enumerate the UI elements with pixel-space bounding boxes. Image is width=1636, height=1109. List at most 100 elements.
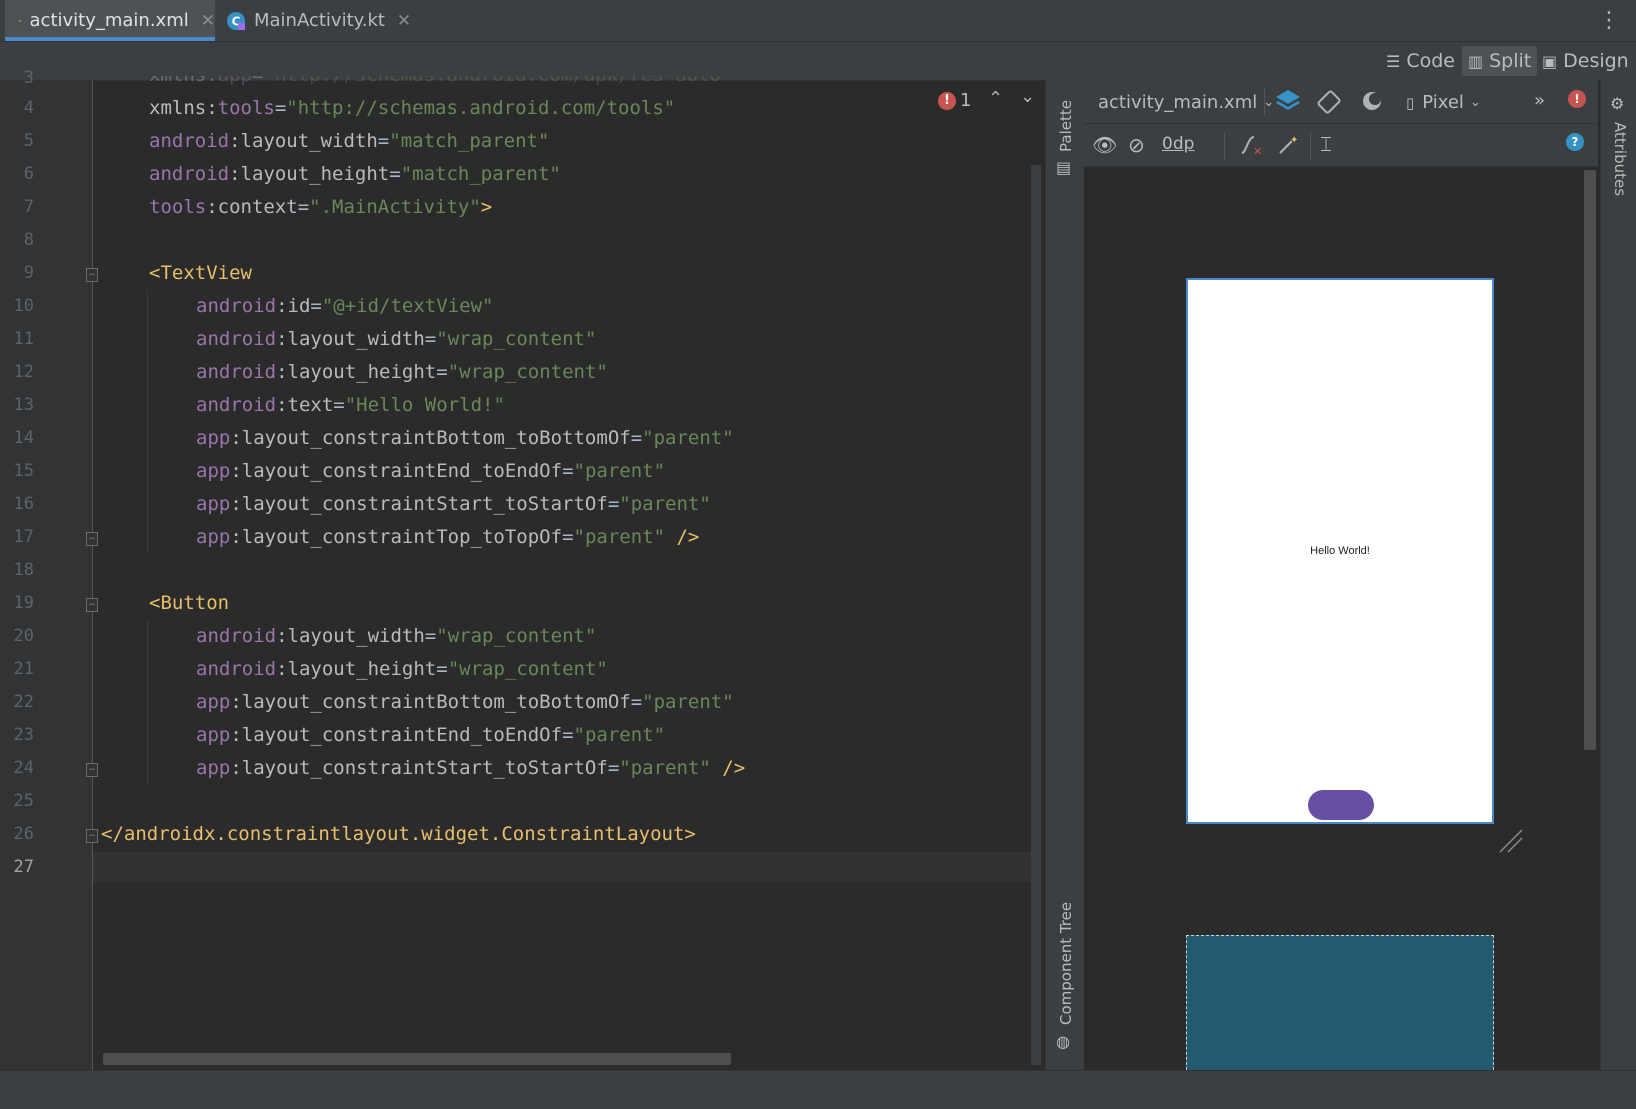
line-number: 9 [23,263,34,283]
code-line[interactable]: app:layout_constraintBottom_toBottomOf="… [196,691,734,713]
status-bar [0,1070,1636,1109]
line-number: 11 [13,329,34,349]
active-tab-indicator [5,37,215,41]
autoconnect-icon[interactable]: ⊘ [1128,133,1145,157]
component-tree-icon: ◍ [1056,1032,1070,1051]
design-view-button[interactable]: ▣ Design [1536,46,1635,76]
svg-text:✕: ✕ [1253,145,1262,157]
tab-main-activity[interactable]: C MainActivity.kt ✕ [226,0,411,41]
view-options-icon[interactable]: 👁 [1092,133,1117,157]
guidelines-icon[interactable]: ⌶ [1320,132,1332,156]
editor-vertical-scrollbar[interactable] [1031,165,1041,1065]
code-line[interactable]: tools:context=".MainActivity"> [149,196,492,218]
code-line[interactable]: android:layout_height="wrap_content" [196,658,608,680]
line-number: 20 [13,626,34,646]
issues-button[interactable]: ! [1568,90,1586,108]
fold-marker-icon[interactable]: − [86,268,98,282]
code-line[interactable]: xmlns:tools="http://schemas.android.com/… [149,97,675,119]
code-line[interactable]: android:text="Hello World!" [196,394,505,416]
fold-marker-icon[interactable]: − [86,598,98,612]
phone-icon: ▯ [1406,93,1415,112]
default-margin-value: 0dp [1162,134,1195,154]
fold-marker-icon[interactable]: − [86,829,98,843]
more-tabs-icon[interactable]: ⋮ [1598,8,1620,33]
device-selector-dropdown[interactable]: ▯ Pixel ⌄ [1406,92,1481,113]
component-tree-tab[interactable]: Component Tree [1057,902,1075,1025]
fold-marker-icon[interactable]: − [86,763,98,777]
code-line[interactable]: app:layout_constraintStart_toStartOf="pa… [196,757,745,779]
view-mode-toolbar: ☰ Code ▥ Split ▣ Design [0,42,1636,81]
code-line[interactable]: android:layout_height="match_parent" [149,163,561,185]
toolbar-divider [1224,132,1225,160]
design-surface-button[interactable] [1274,88,1302,114]
rotate-device-icon [1317,90,1341,114]
line-number: 17 [13,527,34,547]
split-view-icon: ▥ [1468,51,1484,71]
attributes-strip: ⚙ Attributes [1600,80,1636,1070]
preview-button[interactable] [1308,790,1374,820]
code-line[interactable]: app:layout_constraintEnd_toEndOf="parent… [196,724,665,746]
error-count: 1 [960,90,972,111]
toolbar-divider [1310,132,1311,160]
code-line[interactable]: android:layout_width="wrap_content" [196,328,596,350]
tab-label: activity_main.xml [29,10,189,31]
design-toolbar: activity_main.xml ⌄ ▯ Pixel ⌄ » ! [1084,80,1598,124]
default-margin-button[interactable]: 0dp [1162,134,1194,154]
code-line[interactable]: app:layout_constraintStart_toStartOf="pa… [196,493,711,515]
line-number: 22 [13,692,34,712]
canvas-vertical-scrollbar[interactable] [1584,170,1596,750]
orientation-button[interactable] [1316,89,1344,115]
code-line[interactable]: android:layout_width="match_parent" [149,130,549,152]
help-button[interactable]: ? [1566,133,1584,151]
theme-button[interactable] [1360,89,1388,115]
line-number: 7 [23,197,34,217]
file-selector-dropdown[interactable]: activity_main.xml ⌄ [1098,92,1274,113]
design-view-icon: ▣ [1542,51,1558,71]
line-number: 3 [23,68,34,88]
code-line[interactable]: app:layout_constraintTop_toTopOf="parent… [196,526,699,548]
kotlin-class-icon: C [227,11,245,30]
code-line[interactable]: <Button [149,592,229,614]
code-line[interactable]: <TextView [149,262,252,284]
editor-tab-bar: <> activity_main.xml ✕ C MainActivity.kt… [0,0,1636,42]
code-line[interactable]: android:layout_width="wrap_content" [196,625,596,647]
error-icon: ! [938,91,956,110]
clear-constraints-icon[interactable]: ✕ [1238,133,1264,157]
current-line-highlight [93,852,1033,882]
design-side-strip: Palette ▤ Component Tree ◍ [1045,80,1085,1070]
blueprint-preview[interactable] [1186,935,1494,1075]
preview-textview[interactable]: Hello World! [1186,545,1494,557]
design-view-label: Design [1563,50,1629,72]
line-number: 5 [23,131,34,151]
help-icon: ? [1566,133,1584,151]
split-view-label: Split [1489,50,1532,72]
code-line[interactable]: </androidx.constraintlayout.widget.Const… [101,823,696,845]
tab-activity-main[interactable]: <> activity_main.xml ✕ [5,0,215,41]
code-line[interactable]: app:layout_constraintEnd_toEndOf="parent… [196,460,665,482]
close-tab-icon[interactable]: ✕ [397,11,411,31]
line-number: 25 [13,791,34,811]
code-line[interactable]: android:layout_height="wrap_content" [196,361,608,383]
file-selector-label: activity_main.xml [1098,92,1258,113]
palette-tab[interactable]: Palette [1057,100,1075,152]
close-tab-icon[interactable]: ✕ [201,11,215,31]
xml-layout-icon: <> [19,19,22,22]
magic-wand-icon: ✦ [1279,135,1298,154]
code-view-button[interactable]: ☰ Code [1380,46,1461,76]
line-number: 24 [13,758,34,778]
line-number: 16 [13,494,34,514]
line-number: 19 [13,593,34,613]
error-indicator[interactable]: ! 1 [938,90,971,111]
code-view-label: Code [1406,50,1455,72]
next-highlight-icon[interactable]: ⌄ [1020,86,1035,107]
fold-marker-icon[interactable]: − [86,532,98,546]
resize-handle-icon[interactable] [1496,826,1526,856]
editor-horizontal-scrollbar[interactable] [103,1053,731,1065]
split-view-button[interactable]: ▥ Split [1462,46,1538,76]
code-line[interactable]: android:id="@+id/textView" [196,295,493,317]
attributes-tab[interactable]: Attributes [1611,122,1629,196]
previous-highlight-icon[interactable]: ⌃ [988,88,1003,109]
overflow-actions-icon[interactable]: » [1534,90,1545,111]
code-line[interactable]: app:layout_constraintBottom_toBottomOf="… [196,427,734,449]
infer-constraints-icon[interactable]: ✦ [1276,133,1302,157]
